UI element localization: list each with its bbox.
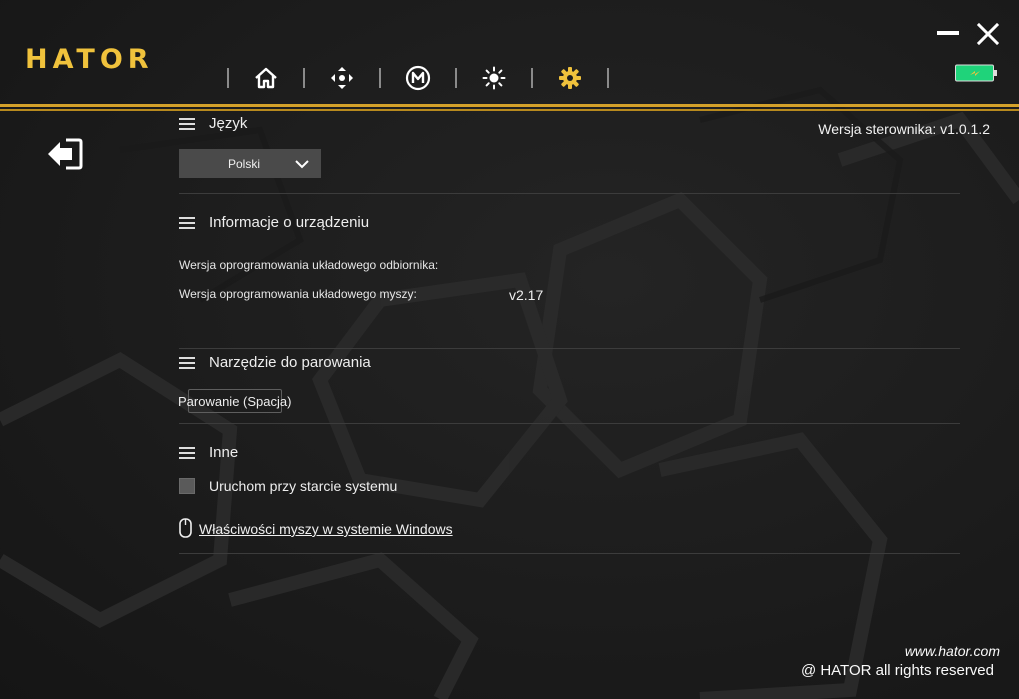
nav-separator: [607, 68, 609, 88]
main-nav: [222, 62, 614, 94]
chevron-down-icon: [295, 159, 309, 168]
nav-lighting-button[interactable]: [462, 62, 526, 94]
section-divider: [179, 348, 960, 349]
brightness-icon: [482, 66, 506, 90]
language-select[interactable]: Polski: [179, 149, 321, 178]
list-icon: [179, 216, 195, 229]
home-icon: [255, 67, 277, 89]
battery-icon: [955, 64, 997, 82]
nav-settings-button[interactable]: [538, 62, 602, 94]
language-section-header: Język: [179, 115, 247, 132]
device-info-title: Informacje o urządzeniu: [209, 214, 370, 231]
nav-separator: [227, 68, 229, 88]
other-title: Inne: [209, 444, 239, 461]
receiver-firmware-label: Wersja oprogramowania układowego odbiorn…: [179, 258, 439, 272]
section-divider: [179, 423, 960, 424]
nav-separator: [455, 68, 457, 88]
nav-separator: [531, 68, 533, 88]
header-divider: [0, 104, 1019, 107]
section-divider: [179, 553, 960, 554]
driver-version: Wersja sterownika: v1.0.1.2: [818, 121, 990, 137]
list-icon: [179, 117, 195, 130]
move-arrows-icon: [331, 67, 353, 89]
close-icon[interactable]: [976, 22, 1000, 46]
mouse-firmware-label: Wersja oprogramowania układowego myszy:: [179, 287, 417, 301]
other-section-header: Inne: [179, 444, 238, 461]
autostart-label: Uruchom przy starcie systemu: [209, 478, 398, 494]
back-arrow-icon[interactable]: [46, 137, 84, 171]
minimize-button[interactable]: [937, 31, 959, 35]
nav-home-button[interactable]: [234, 62, 298, 94]
pairing-button[interactable]: [188, 389, 282, 413]
mouse-icon: [179, 518, 192, 538]
section-divider: [179, 193, 960, 194]
website-link[interactable]: www.hator.com: [905, 643, 1000, 659]
mouse-firmware-value: v2.17: [509, 287, 544, 303]
hator-logo: HATOR: [25, 44, 154, 75]
gear-icon: [559, 67, 581, 89]
pairing-section-header: Narzędzie do parowania: [179, 354, 371, 371]
nav-macro-button[interactable]: [386, 62, 450, 94]
mouse-properties-link[interactable]: Właściwości myszy w systemie Windows: [199, 521, 453, 537]
list-icon: [179, 446, 195, 459]
nav-buttons-button[interactable]: [310, 62, 374, 94]
autostart-checkbox[interactable]: [179, 478, 195, 494]
copyright-text: @ HATOR all rights reserved: [800, 662, 994, 679]
nav-separator: [303, 68, 305, 88]
nav-separator: [379, 68, 381, 88]
header-divider-thin: [0, 109, 1019, 111]
device-info-section-header: Informacje o urządzeniu: [179, 214, 369, 231]
macro-m-icon: [405, 65, 431, 91]
list-icon: [179, 356, 195, 369]
language-selected-value: Polski: [227, 156, 260, 171]
language-title: Język: [209, 115, 248, 132]
pairing-title: Narzędzie do parowania: [209, 354, 371, 371]
